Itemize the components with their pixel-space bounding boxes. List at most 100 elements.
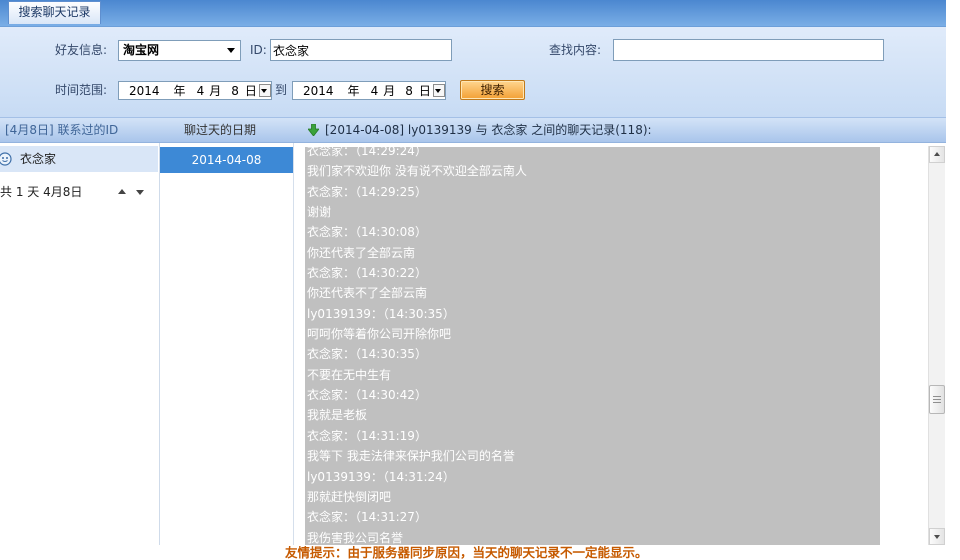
dates-panel: 2014-04-08: [160, 143, 294, 545]
chat-message-text: 我等下 我走法律来保护我们公司的名誉: [307, 449, 515, 464]
chat-time: 14:29:25: [361, 184, 415, 199]
chat-header-separator: ）: [442, 469, 455, 484]
dates-column-header: 聊过天的日期: [184, 123, 257, 137]
chat-message-text: 你还代表了全部云南: [307, 245, 416, 260]
friend-info-label: 好友信息:: [55, 43, 108, 57]
chat-sender: 衣念家: [307, 266, 344, 281]
calendar-dropdown-icon[interactable]: [258, 84, 271, 97]
chat-header-separator: ）: [414, 184, 427, 199]
chat-time: 14:30:08: [361, 225, 415, 240]
chat-time: 14:31:24: [388, 469, 443, 484]
chat-header-separator: ：（: [343, 510, 362, 525]
chat-time: 14:29:24: [361, 147, 415, 158]
arrow-down-icon[interactable]: [136, 190, 144, 195]
chat-history-window: 搜索聊天记录 好友信息: 淘宝网 ID: 查找内容: 时间范围: 2014 年 …: [0, 0, 960, 560]
chat-message-header: ly0139139：（14:31:24）: [305, 467, 880, 487]
date-to-day: 8: [405, 83, 413, 98]
search-content-input[interactable]: [613, 39, 884, 61]
date-to-month-unit: 月: [383, 84, 396, 98]
calendar-dropdown-icon[interactable]: [432, 84, 445, 97]
contacts-panel: 衣念家 共 1 天 4月8日: [0, 143, 160, 545]
search-button[interactable]: 搜索: [460, 80, 525, 100]
chat-message-text: 我就是老板: [307, 408, 368, 423]
green-arrow-down-icon: [308, 124, 319, 136]
friend-source-value: 淘宝网: [123, 43, 160, 57]
search-form: 好友信息: 淘宝网 ID: 查找内容: 时间范围: 2014 年 4 月 8 日…: [0, 27, 946, 117]
chat-sender: 衣念家: [307, 510, 344, 525]
chat-sender: 衣念家: [307, 388, 344, 403]
chat-header-separator: ：（: [343, 184, 362, 199]
chat-header-separator: ）: [414, 510, 427, 525]
date-item[interactable]: 2014-04-08: [160, 147, 293, 173]
date-from-year-unit: 年: [173, 84, 186, 98]
chat-message-text: 呵呵你等着你公司开除你吧: [307, 327, 452, 342]
chat-message-header: 衣念家：（14:31:19）: [305, 426, 880, 446]
scrollbar-thumb[interactable]: [929, 384, 945, 414]
chat-message-header: 衣念家：（14:30:42）: [305, 385, 880, 405]
chat-message-header: 衣念家：（14:29:25）: [305, 182, 880, 202]
scroll-down-arrow-icon[interactable]: [929, 528, 945, 545]
chat-message-header: 衣念家：（14:30:22）: [305, 263, 880, 283]
chat-message-text: 你还代表不了全部云南: [307, 286, 428, 301]
chat-sender: 衣念家: [307, 225, 344, 240]
chat-header-separator: ：（: [343, 147, 362, 158]
chat-sender: 衣念家: [307, 428, 344, 443]
arrow-up-icon[interactable]: [118, 189, 126, 194]
chat-header-separator: ）: [414, 388, 427, 403]
chat-sender: ly0139139: [307, 469, 371, 484]
chat-sender: 衣念家: [307, 147, 344, 158]
date-from-picker[interactable]: 2014 年 4 月 8 日: [118, 81, 272, 100]
date-to-picker[interactable]: 2014 年 4 月 8 日: [292, 81, 446, 100]
chat-header-separator: ：（: [343, 388, 362, 403]
date-to-year: 2014: [303, 83, 334, 98]
contacts-column-header: [4月8日] 联系过的ID: [5, 123, 119, 137]
date-to-month: 4: [370, 83, 379, 98]
date-from-month: 4: [196, 83, 205, 98]
chat-log-header: [2014-04-08] ly0139139 与 衣念家 之间的聊天记录(118…: [325, 123, 652, 137]
chat-sender: ly0139139: [307, 306, 371, 321]
date-from-month-unit: 月: [209, 84, 222, 98]
chat-scrollbar[interactable]: [928, 146, 945, 545]
chat-header-separator: ）: [442, 306, 455, 321]
column-header-bar: [4月8日] 联系过的ID 聊过天的日期 [2014-04-08] ly0139…: [0, 117, 946, 143]
date-to-day-unit: 日: [418, 84, 431, 98]
chat-time: 14:31:19: [361, 428, 415, 443]
day-count-summary: 共 1 天 4月8日: [0, 185, 83, 199]
chat-message-header: ly0139139：（14:30:35）: [305, 304, 880, 324]
tab-search-chat-history[interactable]: 搜索聊天记录: [8, 1, 101, 24]
chat-header-separator: ）: [414, 266, 427, 281]
chat-message-text: 我伤害我公司名誉: [307, 530, 404, 545]
chat-sender: 衣念家: [307, 184, 344, 199]
friend-source-select[interactable]: 淘宝网: [118, 40, 241, 61]
tab-bar: 搜索聊天记录: [0, 0, 946, 27]
chat-log[interactable]: 衣念家：（14:29:24） 我们家不欢迎你 没有说不欢迎全部云南人 衣念家：（14…: [300, 147, 928, 545]
id-input[interactable]: [270, 39, 452, 61]
chat-message-header: 衣念家：（14:30:08）: [305, 222, 880, 242]
chat-time: 14:30:35: [388, 306, 443, 321]
chevron-down-icon[interactable]: [227, 48, 235, 53]
chat-header-separator: ：（: [343, 428, 362, 443]
chat-message-text: 那就赶快倒闭吧: [307, 489, 392, 504]
date-from-day-unit: 日: [244, 84, 257, 98]
search-content-label: 查找内容:: [549, 43, 602, 57]
scroll-up-arrow-icon[interactable]: [929, 146, 945, 163]
sync-notice: 友情提示：由于服务器同步原因，当天的聊天记录不一定能显示。: [285, 545, 648, 560]
chat-header-separator: ：（: [343, 266, 362, 281]
chat-message-text: 我们家不欢迎你 没有说不欢迎全部云南人: [307, 164, 527, 179]
chat-message-text: 不要在无中生有: [307, 367, 392, 382]
contact-name: 衣念家: [20, 152, 57, 166]
chat-message-header: 衣念家：（14:29:24）: [305, 147, 880, 161]
chat-message-header: 衣念家：（14:30:35）: [305, 344, 880, 364]
chat-message-text: 谢谢: [307, 205, 332, 220]
chat-time: 14:30:42: [361, 388, 415, 403]
chat-time: 14:30:35: [361, 347, 415, 362]
date-from-day: 8: [231, 83, 239, 98]
wangwang-avatar-icon: [0, 152, 12, 166]
date-from-year: 2014: [129, 83, 160, 98]
chat-header-separator: ）: [414, 147, 427, 158]
chat-log-content: 衣念家：（14:29:24） 我们家不欢迎你 没有说不欢迎全部云南人 衣念家：（14…: [305, 147, 880, 545]
contact-item[interactable]: 衣念家: [0, 146, 158, 172]
to-label: 到: [275, 83, 288, 97]
date-to-year-unit: 年: [347, 84, 360, 98]
chat-message-header: 衣念家：（14:31:27）: [305, 507, 880, 527]
